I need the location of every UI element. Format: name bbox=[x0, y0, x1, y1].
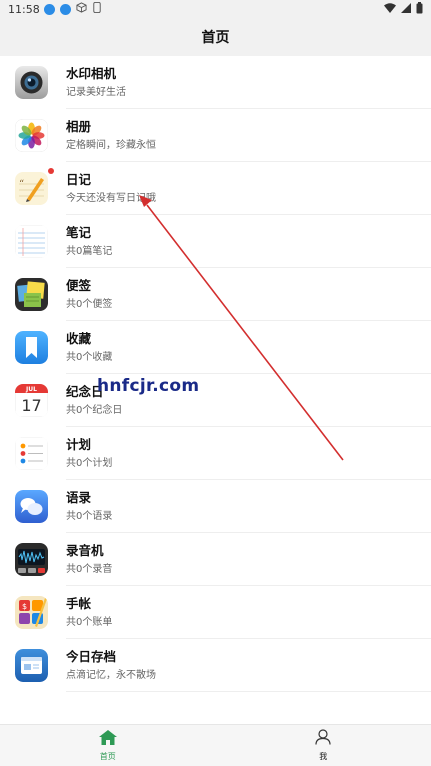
item-title: 相册 bbox=[66, 119, 92, 134]
list-item-quotes[interactable]: 语录 共0个语录 bbox=[0, 480, 431, 533]
item-title: 录音机 bbox=[66, 543, 104, 558]
ledger-icon: $ bbox=[15, 596, 48, 629]
tab-me[interactable]: 我 bbox=[216, 725, 431, 766]
status-bar: 11:58 bbox=[0, 0, 431, 18]
notification-icon bbox=[59, 3, 71, 15]
list-item-notes[interactable]: 笔记 共0篇笔记 bbox=[0, 215, 431, 268]
feature-list: 水印相机 记录美好生活 相册 定格瞬间，珍藏永恒 “ 日记 今天还没有写日记哦 … bbox=[0, 56, 431, 692]
reminders-icon bbox=[15, 437, 48, 470]
calendar-icon: JUL 17 bbox=[15, 384, 48, 417]
bookmark-icon bbox=[15, 331, 48, 364]
item-subtitle: 共0个语录 bbox=[66, 511, 113, 522]
item-title: 日记 bbox=[66, 172, 92, 187]
item-subtitle: 定格瞬间，珍藏永恒 bbox=[66, 140, 156, 151]
item-title: 计划 bbox=[66, 437, 92, 452]
tab-home-label: 首页 bbox=[99, 751, 116, 761]
watermark-text: hnfcjr.com bbox=[97, 376, 200, 396]
svg-text:$: $ bbox=[22, 602, 27, 611]
archive-icon bbox=[15, 649, 48, 682]
item-title: 便签 bbox=[66, 278, 92, 293]
item-subtitle: 记录美好生活 bbox=[66, 87, 126, 98]
item-title: 语录 bbox=[66, 490, 92, 505]
page-title: 首页 bbox=[201, 30, 230, 46]
divider bbox=[66, 691, 431, 692]
item-subtitle: 点滴记忆，永不散场 bbox=[66, 670, 156, 681]
list-item-album[interactable]: 相册 定格瞬间，珍藏永恒 bbox=[0, 109, 431, 162]
bottom-tab-bar: 首页 我 bbox=[0, 724, 431, 766]
item-title: 收藏 bbox=[66, 331, 92, 346]
cube-icon bbox=[76, 2, 87, 16]
tab-home[interactable]: 首页 bbox=[0, 725, 216, 766]
app-header: 首页 bbox=[0, 18, 431, 56]
list-item-plan[interactable]: 计划 共0个计划 bbox=[0, 427, 431, 480]
list-item-voice-recorder[interactable]: 录音机 共0个录音 bbox=[0, 533, 431, 586]
status-time: 11:58 bbox=[8, 2, 40, 16]
sticky-notes-icon bbox=[15, 278, 48, 311]
tab-me-label: 我 bbox=[319, 752, 328, 761]
diary-icon: “ bbox=[15, 172, 48, 205]
list-item-favorites[interactable]: 收藏 共0个收藏 bbox=[0, 321, 431, 374]
home-icon bbox=[98, 729, 117, 749]
item-subtitle: 共0个纪念日 bbox=[66, 405, 123, 416]
person-icon bbox=[315, 729, 331, 749]
list-item-journal-ledger[interactable]: $ 手帐 共0个账单 bbox=[0, 586, 431, 639]
item-title: 今日存档 bbox=[66, 649, 117, 664]
list-item-watermark-camera[interactable]: 水印相机 记录美好生活 bbox=[0, 56, 431, 109]
item-subtitle: 共0个计划 bbox=[66, 458, 113, 469]
list-item-diary[interactable]: “ 日记 今天还没有写日记哦 bbox=[0, 162, 431, 215]
list-item-anniversary[interactable]: JUL 17 纪念日 共0个纪念日 bbox=[0, 374, 431, 427]
photos-icon bbox=[15, 119, 48, 152]
item-subtitle: 共0篇笔记 bbox=[66, 246, 113, 257]
item-subtitle: 共0个便签 bbox=[66, 299, 113, 310]
calendar-month: JUL bbox=[25, 386, 37, 393]
unread-badge bbox=[48, 168, 54, 174]
camera-icon bbox=[15, 66, 48, 99]
item-subtitle: 共0个账单 bbox=[66, 617, 113, 628]
item-title: 笔记 bbox=[66, 225, 92, 240]
item-subtitle: 共0个录音 bbox=[66, 564, 113, 575]
notes-icon bbox=[15, 225, 48, 258]
item-subtitle: 今天还没有写日记哦 bbox=[66, 193, 156, 204]
battery-icon bbox=[416, 1, 423, 17]
item-title: 水印相机 bbox=[66, 66, 117, 81]
list-item-sticky-notes[interactable]: 便签 共0个便签 bbox=[0, 268, 431, 321]
phone-icon bbox=[92, 2, 102, 16]
list-item-today-archive[interactable]: 今日存档 点滴记忆，永不散场 bbox=[0, 639, 431, 692]
wifi-icon bbox=[384, 2, 396, 16]
item-title: 手帐 bbox=[66, 596, 92, 611]
voice-recorder-icon bbox=[15, 543, 48, 576]
svg-text:“: “ bbox=[19, 179, 24, 190]
signal-icon bbox=[401, 2, 411, 16]
notification-icon bbox=[43, 3, 55, 15]
item-subtitle: 共0个收藏 bbox=[66, 352, 113, 363]
calendar-day: 17 bbox=[21, 396, 41, 415]
quotes-icon bbox=[15, 490, 48, 523]
